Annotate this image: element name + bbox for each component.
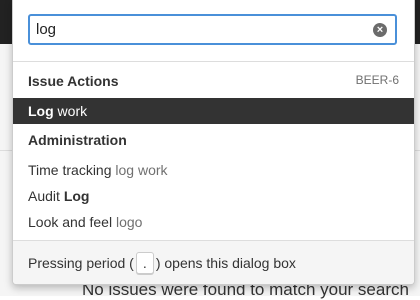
match-text: logo	[115, 214, 143, 230]
search-input[interactable]	[36, 16, 366, 43]
administration-section: Administration Time tracking log work Au…	[13, 124, 414, 235]
menu-item-audit-log[interactable]: Audit Log	[13, 183, 414, 209]
clear-icon[interactable]: ×	[373, 23, 387, 37]
menu-item-time-tracking[interactable]: Time tracking log work	[13, 157, 414, 183]
item-text: Time tracking	[28, 162, 116, 178]
match-text: Log	[28, 103, 54, 119]
menu-item-look-and-feel[interactable]: Look and feel logo	[13, 209, 414, 235]
item-text: Audit	[28, 188, 64, 204]
section-header: Issue Actions BEER-6	[13, 62, 414, 98]
section-title-administration: Administration	[28, 132, 127, 148]
issue-actions-section: Issue Actions BEER-6 Log work	[13, 62, 414, 124]
footer-prefix: Pressing period (	[28, 255, 134, 271]
keyboard-key: .	[135, 252, 154, 275]
section-title-issue-actions: Issue Actions	[28, 73, 119, 89]
operations-dialog: × Issue Actions BEER-6 Log work Administ…	[12, 0, 415, 285]
section-header: Administration	[13, 124, 414, 157]
search-box: ×	[28, 14, 397, 45]
item-text: work	[53, 103, 88, 119]
footer-suffix: ) opens this dialog box	[155, 255, 296, 271]
match-text: log work	[115, 162, 168, 178]
issue-key-label: BEER-6	[355, 73, 399, 87]
match-text: Log	[63, 188, 90, 204]
item-text: Look and feel	[28, 214, 116, 230]
dialog-footer: Pressing period (.) opens this dialog bo…	[13, 240, 414, 284]
menu-item-log-work[interactable]: Log work	[13, 98, 414, 124]
search-area: ×	[13, 0, 414, 62]
